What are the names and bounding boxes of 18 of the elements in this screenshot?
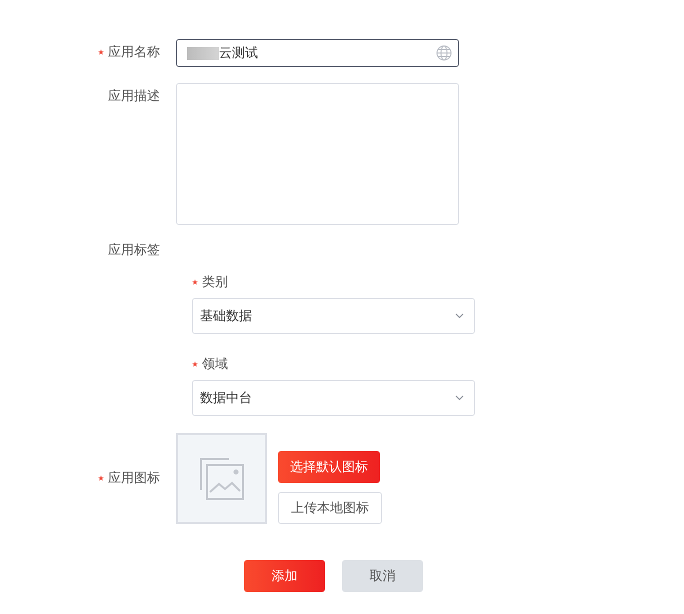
- field-label: 领域: [202, 357, 228, 372]
- image-placeholder-icon: [200, 458, 244, 500]
- action-button[interactable]: 添加: [244, 560, 325, 592]
- name-input-field[interactable]: 云测试: [176, 39, 459, 67]
- description-input-field[interactable]: [176, 83, 459, 225]
- field-label: 应用名称: [108, 45, 160, 60]
- select-field[interactable]: 基础数据: [192, 298, 475, 334]
- select-field[interactable]: 数据中台: [192, 380, 475, 416]
- icon-button[interactable]: 上传本地图标: [278, 492, 382, 524]
- globe-icon: [436, 45, 452, 61]
- field-label: 应用图标: [108, 471, 160, 486]
- icon-button[interactable]: 选择默认图标: [278, 451, 380, 483]
- field-label: 应用标签: [108, 243, 160, 258]
- action-button[interactable]: 取消: [342, 560, 423, 592]
- chevron-down-icon: [455, 313, 464, 319]
- field-label: 类别: [202, 275, 228, 290]
- field-label: 应用描述: [108, 89, 160, 104]
- chevron-down-icon: [455, 395, 464, 401]
